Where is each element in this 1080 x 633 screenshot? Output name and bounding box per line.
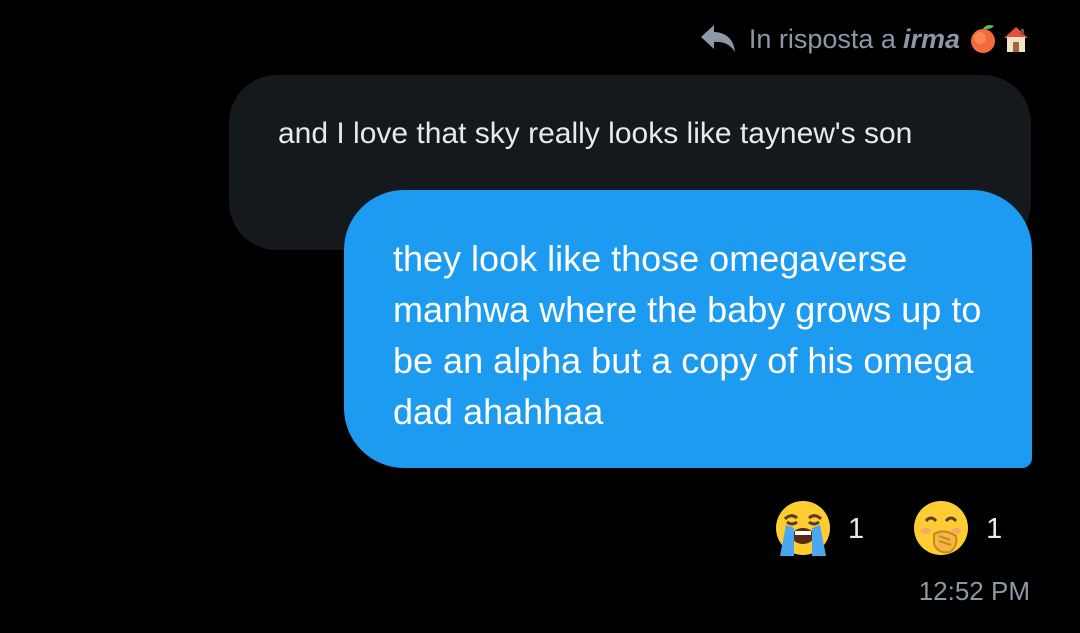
reply-username[interactable]: irma	[903, 24, 960, 55]
reaction-count: 1	[848, 512, 865, 545]
reaction-hand-over-mouth[interactable]: 1	[910, 498, 1002, 560]
loudly-crying-face-icon	[772, 498, 834, 560]
reply-arrow-icon	[699, 20, 737, 58]
reaction-count: 1	[986, 512, 1003, 545]
reaction-crying[interactable]: 1	[772, 498, 864, 560]
house-emoji-icon	[1000, 23, 1032, 55]
message-bubble[interactable]: they look like those omegaverse manhwa w…	[344, 190, 1032, 468]
quoted-message-text: and I love that sky really looks like ta…	[278, 117, 913, 150]
peach-emoji-icon	[968, 23, 1000, 55]
reply-label: In risposta a	[748, 23, 896, 54]
message-timestamp: 12:52 PM	[918, 576, 1030, 606]
message-text: they look like those omegaverse manhwa w…	[393, 238, 982, 432]
reactions-bar: 1 1	[772, 498, 1002, 560]
reply-context[interactable]: In risposta a irma	[699, 20, 1032, 58]
face-with-hand-over-mouth-icon	[910, 498, 972, 560]
